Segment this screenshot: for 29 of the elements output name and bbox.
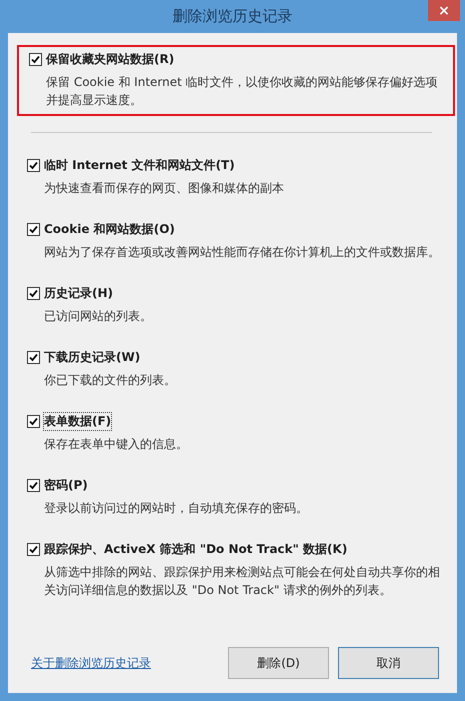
- option-label[interactable]: 表单数据(F): [44, 413, 112, 430]
- option-label[interactable]: 临时 Internet 文件和网站文件(T): [44, 157, 235, 174]
- option-description: 登录以前访问过的网站时，自动填充保存的密码。: [43, 500, 309, 517]
- option-description: 为快速查看而保存的网页、图像和媒体的副本: [43, 180, 285, 197]
- checkbox[interactable]: [27, 351, 40, 364]
- option-description: 网站为了保存首选项或改善网站性能而存储在你计算机上的文件或数据库。: [43, 244, 440, 261]
- option-label[interactable]: 下载历史记录(W): [44, 349, 140, 366]
- option-label[interactable]: 保留收藏夹网站数据(R): [46, 51, 174, 68]
- window-title: 删除浏览历史记录: [172, 7, 292, 26]
- cancel-button[interactable]: 取消: [338, 647, 439, 679]
- close-button[interactable]: ×: [428, 0, 460, 21]
- checkbox[interactable]: [27, 415, 40, 428]
- checkbox[interactable]: [27, 159, 40, 172]
- option-label[interactable]: 密码(P): [44, 477, 88, 494]
- option-description: 你已下载的文件的列表。: [43, 372, 177, 389]
- option-label[interactable]: 跟踪保护、ActiveX 筛选和 "Do Not Track" 数据(K): [44, 541, 348, 558]
- help-link[interactable]: 关于删除浏览历史记录: [31, 654, 151, 672]
- option-description: 保留 Cookie 和 Internet 临时文件，以使你收藏的网站能够保存偏好选项并提高显示速度。: [45, 74, 439, 109]
- checkbox[interactable]: [27, 479, 40, 492]
- option-description: 已访问网站的列表。: [43, 308, 153, 325]
- checkbox[interactable]: [27, 223, 40, 236]
- option-description: 从筛选中排除的网站、跟踪保护用来检测站点可能会在何处自动共享你的相关访问详细信息的数据以及 "Do Not Track" 请求的例外的列表。: [43, 564, 440, 599]
- checkbox[interactable]: [27, 543, 40, 556]
- option-label[interactable]: 历史记录(H): [44, 285, 114, 302]
- checkbox[interactable]: [29, 53, 42, 66]
- option-description: 保存在表单中键入的信息。: [43, 436, 189, 453]
- delete-button[interactable]: 删除(D): [228, 647, 329, 679]
- option-label[interactable]: Cookie 和网站数据(O): [44, 221, 175, 238]
- checkbox[interactable]: [27, 287, 40, 300]
